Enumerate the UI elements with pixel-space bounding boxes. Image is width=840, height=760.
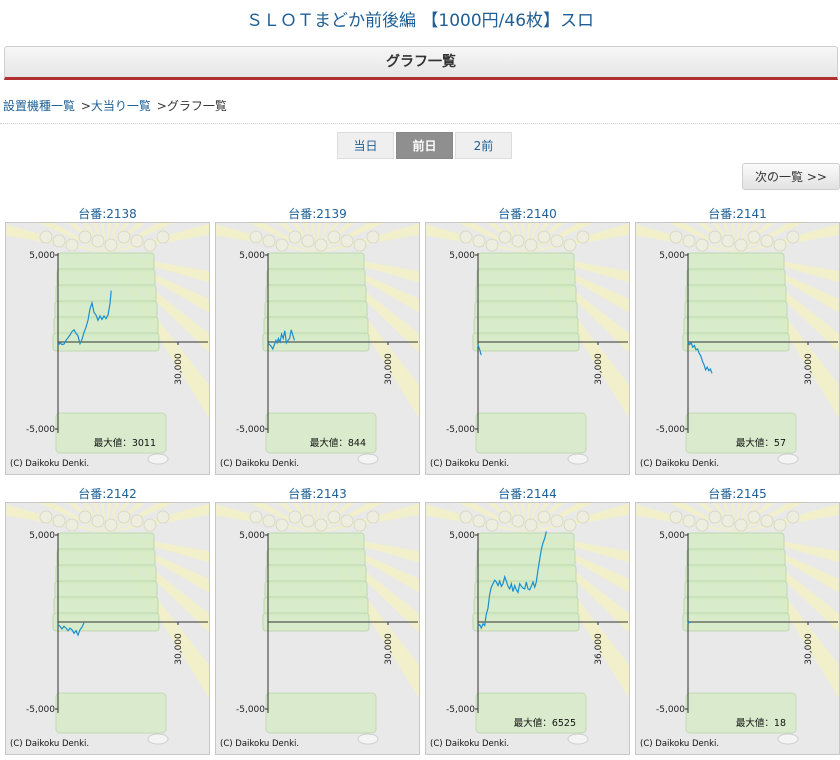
tab-two-days-ago[interactable]: 2前 — [455, 132, 512, 159]
max-value-label: 最大値：844 — [310, 437, 366, 449]
slump-graph-card[interactable]: 5,000 -5,000 30,000 最大値：57 (C) Daikoku Denki… — [635, 222, 840, 475]
y-tick-label-bottom: -5,000 — [236, 705, 265, 715]
y-tick-label-bottom: -5,000 — [236, 425, 265, 435]
slump-graph: 5,000 -5,000 30,000 (C) Daikoku Denki. — [216, 503, 419, 749]
y-tick-label-bottom: -5,000 — [446, 425, 475, 435]
machine-number-link[interactable]: 台番:2143 — [215, 485, 420, 502]
slump-graph: 5,000 -5,000 36,000 最大値：6525 (C) Daikoku Den… — [426, 503, 629, 749]
slump-graph: 5,000 -5,000 30,000 最大値：3011 (C) Daikoku Den… — [6, 223, 209, 469]
y-tick-label-top: 5,000 — [449, 251, 475, 261]
y-tick-label-bottom: -5,000 — [656, 425, 685, 435]
slump-graph-card[interactable]: 5,000 -5,000 30,000 (C) Daikoku Denki. — [5, 502, 210, 755]
machine-number-link[interactable]: 台番:2145 — [635, 485, 840, 502]
section-header: グラフ一覧 — [4, 46, 838, 80]
y-tick-label-top: 5,000 — [29, 531, 55, 541]
max-value-number: 57 — [774, 438, 786, 449]
slump-graph-card[interactable]: 5,000 -5,000 30,000 (C) Daikoku Denki. — [215, 502, 420, 755]
copyright-text: (C) Daikoku Denki. — [430, 739, 509, 749]
machine-number-link[interactable]: 台番:2142 — [5, 485, 210, 502]
slump-graph: 5,000 -5,000 30,000 最大値：18 (C) Daikoku Denki… — [636, 503, 839, 749]
machine-number-link[interactable]: 台番:2144 — [425, 485, 630, 502]
copyright-text: (C) Daikoku Denki. — [220, 459, 299, 469]
max-value-number: 844 — [348, 438, 366, 449]
next-list-button[interactable]: 次の一覧 >> — [742, 163, 840, 190]
y-tick-label-bottom: -5,000 — [26, 425, 55, 435]
x-tick-label-end: 30,000 — [174, 353, 184, 385]
y-tick-label-top: 5,000 — [239, 251, 265, 261]
slump-graph: 5,000 -5,000 30,000 (C) Daikoku Denki. — [6, 503, 209, 749]
max-value-label: 最大値：57 — [736, 437, 786, 449]
machine-number-link[interactable]: 台番:2141 — [635, 205, 840, 222]
slump-graph: 5,000 -5,000 30,000 最大値：844 (C) Daikoku Denk… — [216, 223, 419, 469]
copyright-text: (C) Daikoku Denki. — [640, 459, 719, 469]
divider — [0, 123, 840, 124]
x-tick-label-end: 30,000 — [174, 633, 184, 665]
slump-graph-card[interactable]: 5,000 -5,000 30,000 最大値：18 (C) Daikoku Denki… — [635, 502, 840, 755]
slump-graph-card[interactable]: 5,000 -5,000 30,000 最大値：3011 (C) Daikoku Den… — [5, 222, 210, 475]
y-tick-label-top: 5,000 — [659, 251, 685, 261]
x-tick-label-end: 30,000 — [384, 353, 394, 385]
machine-number-link[interactable]: 台番:2138 — [5, 205, 210, 222]
y-tick-label-bottom: -5,000 — [656, 705, 685, 715]
x-tick-label-end: 30,000 — [804, 353, 814, 385]
x-tick-label-end: 30,000 — [804, 633, 814, 665]
copyright-text: (C) Daikoku Denki. — [430, 459, 509, 469]
breadcrumb-separator: > — [80, 99, 91, 113]
x-tick-label-end: 30,000 — [594, 353, 604, 385]
breadcrumb-link-machine-list[interactable]: 設置機種一覧 — [3, 99, 75, 113]
max-value-prefix: 最大値： — [736, 437, 774, 449]
y-tick-label-top: 5,000 — [449, 531, 475, 541]
max-value-number: 18 — [774, 718, 786, 729]
y-tick-label-bottom: -5,000 — [446, 705, 475, 715]
max-value-label: 最大値：3011 — [94, 437, 156, 449]
copyright-text: (C) Daikoku Denki. — [220, 739, 299, 749]
max-value-prefix: 最大値： — [310, 437, 348, 449]
slump-graph: 5,000 -5,000 30,000 (C) Daikoku Denki. — [426, 223, 629, 469]
y-tick-label-top: 5,000 — [239, 531, 265, 541]
max-value-prefix: 最大値： — [736, 717, 774, 729]
max-value-prefix: 最大値： — [514, 717, 552, 729]
copyright-text: (C) Daikoku Denki. — [10, 459, 89, 469]
section-title: グラフ一覧 — [386, 54, 456, 70]
slump-graph-card[interactable]: 5,000 -5,000 30,000 (C) Daikoku Denki. — [425, 222, 630, 475]
max-value-prefix: 最大値： — [94, 437, 132, 449]
machine-title: ＳＬＯＴまどか前後編 【1000円/46枚】スロ — [245, 11, 595, 31]
machine-number-link[interactable]: 台番:2139 — [215, 205, 420, 222]
tab-today[interactable]: 当日 — [337, 132, 394, 159]
breadcrumb-current: グラフ一覧 — [166, 99, 227, 113]
x-tick-label-end: 36,000 — [594, 633, 604, 665]
y-tick-label-bottom: -5,000 — [26, 705, 55, 715]
max-value-number: 3011 — [132, 438, 156, 449]
copyright-text: (C) Daikoku Denki. — [10, 739, 89, 749]
slump-graph-card[interactable]: 5,000 -5,000 36,000 最大値：6525 (C) Daikoku Den… — [425, 502, 630, 755]
machine-number-link[interactable]: 台番:2140 — [425, 205, 630, 222]
day-tabs: 当日 前日 2前 — [337, 132, 514, 159]
breadcrumb-link-jackpot-list[interactable]: 大当り一覧 — [91, 99, 151, 113]
x-tick-label-end: 30,000 — [384, 633, 394, 665]
y-tick-label-top: 5,000 — [659, 531, 685, 541]
breadcrumb-separator: > — [156, 99, 167, 113]
breadcrumb: 設置機種一覧 >大当り一覧 >グラフ一覧 — [3, 97, 227, 114]
slump-graph: 5,000 -5,000 30,000 最大値：57 (C) Daikoku Denki… — [636, 223, 839, 469]
y-tick-label-top: 5,000 — [29, 251, 55, 261]
max-value-number: 6525 — [552, 718, 576, 729]
tab-previous-day[interactable]: 前日 — [396, 132, 453, 159]
max-value-label: 最大値：6525 — [514, 717, 576, 729]
slump-graph-card[interactable]: 5,000 -5,000 30,000 最大値：844 (C) Daikoku Denk… — [215, 222, 420, 475]
max-value-label: 最大値：18 — [736, 717, 786, 729]
copyright-text: (C) Daikoku Denki. — [640, 739, 719, 749]
